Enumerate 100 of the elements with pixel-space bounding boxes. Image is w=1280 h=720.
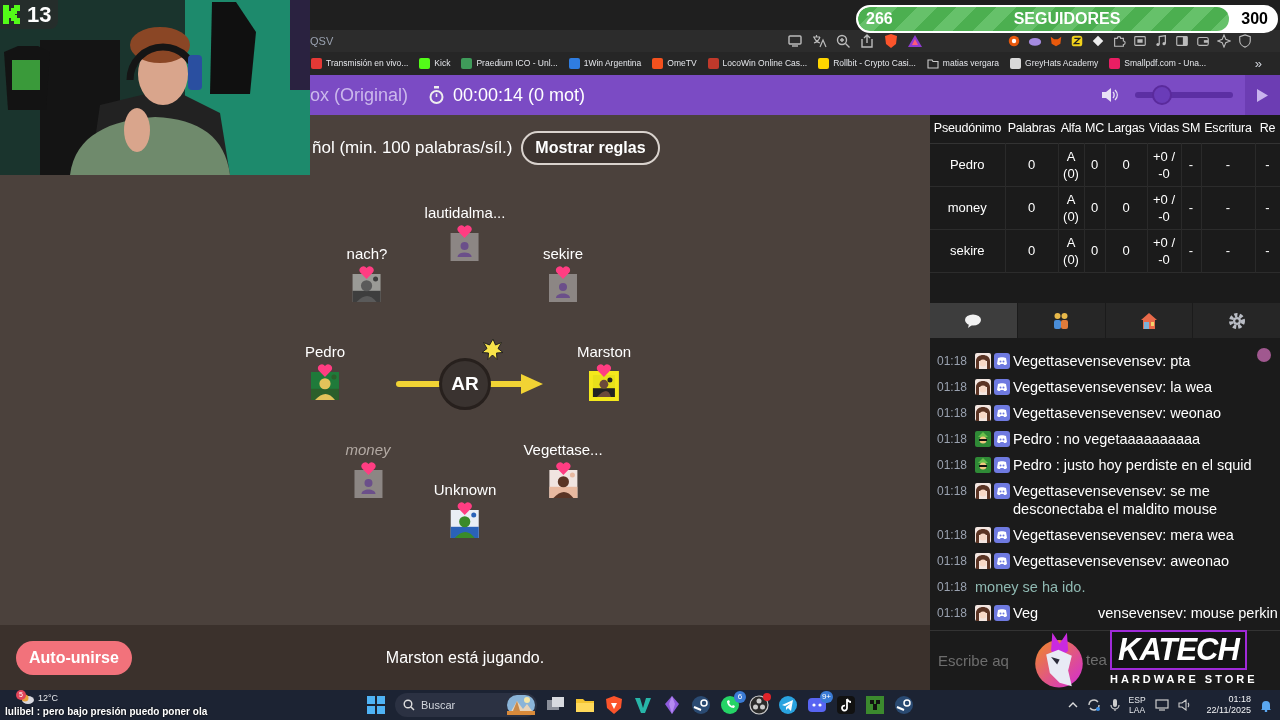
clock-date[interactable]: 22/11/2025 (1206, 705, 1251, 716)
bookmark[interactable]: OmeTV (652, 57, 697, 70)
status-text: Marston está jugando. (385, 647, 545, 668)
note-icon[interactable] (836, 695, 856, 715)
table-cell: - (1255, 186, 1280, 229)
bomb: AR (439, 358, 491, 410)
paper-plane-icon[interactable] (778, 695, 798, 715)
shield-outline-icon[interactable] (1238, 34, 1252, 48)
volume-slider[interactable] (1135, 85, 1233, 105)
table-cell: - (1201, 143, 1255, 186)
sync-icon[interactable] (1086, 698, 1101, 712)
shield-icon[interactable] (604, 695, 624, 715)
table-cell: 0 (1084, 229, 1105, 272)
bookmark[interactable]: Rollbit - Crypto Casi... (818, 57, 916, 70)
bookmark[interactable]: GreyHats Academy (1010, 57, 1099, 70)
zoom-icon[interactable] (835, 33, 851, 49)
heart-icon (457, 225, 473, 238)
phone-icon[interactable] (720, 695, 740, 715)
music-icon[interactable] (1154, 34, 1168, 48)
monitor-icon[interactable] (1154, 699, 1169, 711)
column-header[interactable]: SM (1181, 115, 1201, 143)
table-cell: 0 (1105, 143, 1147, 186)
bookmark[interactable]: Praedium ICO - Unl... (461, 57, 558, 70)
grid-icon[interactable] (366, 695, 386, 715)
chat-bubble-icon (994, 431, 1011, 447)
chat-message: Veg (1013, 604, 1039, 622)
table-cell: money (930, 186, 1005, 229)
sparkle-icon[interactable] (1217, 34, 1231, 48)
more-bookmarks-button[interactable]: » (1254, 53, 1262, 74)
player-name: Unknown (433, 480, 497, 500)
column-header[interactable]: Largas (1105, 115, 1147, 143)
table-cell: A (0) (1058, 143, 1084, 186)
ribbon-icon[interactable] (633, 695, 653, 715)
table-cell: 0 (1105, 229, 1147, 272)
table-cell: 0 (1084, 186, 1105, 229)
language-code[interactable]: ESP (1128, 695, 1146, 705)
wallet-icon[interactable] (1196, 34, 1210, 48)
column-header[interactable]: Palabras (1005, 115, 1058, 143)
player-name: Marston (576, 342, 632, 362)
gear-icon (1227, 311, 1246, 330)
table-cell: +0 / -0 (1147, 229, 1181, 272)
puzzle-icon[interactable] (1112, 34, 1126, 48)
slider-thumb[interactable] (1152, 85, 1173, 105)
column-header[interactable]: Escritura (1201, 115, 1255, 143)
sidebar-icon[interactable] (1175, 34, 1189, 48)
bookmark[interactable]: Kick (419, 57, 451, 70)
block-icon[interactable] (865, 695, 885, 715)
search-field[interactable]: Buscar (395, 693, 537, 717)
heart-icon (555, 266, 571, 279)
chat-input-field[interactable]: Escribe aq (938, 645, 1030, 676)
bookmark[interactable]: Transmisión en vivo... (311, 57, 409, 70)
heart-icon (555, 462, 571, 475)
column-header[interactable]: MC (1084, 115, 1105, 143)
rules-text: ñol (min. 100 palabras/síl.) (312, 137, 513, 160)
frame-icon[interactable] (1133, 34, 1147, 48)
chat-bubble-icon (994, 483, 1011, 499)
bookmark[interactable]: matias vergara (926, 57, 1000, 70)
player-name: Vegettase... (523, 440, 603, 460)
microphone-icon[interactable] (1109, 698, 1120, 712)
triangle-icon[interactable] (907, 33, 923, 49)
heart-icon (457, 502, 473, 515)
table-cell: +0 / -0 (1147, 186, 1181, 229)
column-header[interactable]: Vidas (1147, 115, 1181, 143)
fox-icon[interactable] (1049, 34, 1063, 48)
translate-icon[interactable] (811, 33, 827, 49)
stopwatch-icon (428, 85, 446, 105)
column-header[interactable]: Pseudónimo (930, 115, 1005, 143)
bookmark[interactable]: Smallpdf.com - Una... (1109, 57, 1207, 70)
gem-icon[interactable] (662, 695, 682, 715)
avatar-icon (975, 553, 992, 569)
address-text[interactable]: QSV (310, 32, 334, 50)
avatar-icon (975, 353, 992, 369)
bell-icon[interactable] (1260, 698, 1272, 712)
record-icon[interactable] (749, 695, 769, 715)
column-header[interactable]: Re (1255, 115, 1280, 143)
chat-bubble-icon (994, 527, 1011, 543)
heart-icon (359, 266, 375, 279)
heart-icon (360, 462, 376, 475)
chat-message: Vegettasevensevensev: mera wea (1013, 526, 1234, 544)
panel-tab[interactable] (930, 303, 1017, 338)
speaker-icon[interactable] (1101, 87, 1119, 103)
chevron-up-icon[interactable] (1067, 702, 1078, 708)
speaker-icon[interactable] (1177, 699, 1192, 711)
chat-message: vensevensev: mouse perkin (1098, 604, 1278, 622)
play-button[interactable] (1245, 75, 1280, 115)
square-icon[interactable] (1070, 34, 1084, 48)
bookmark[interactable]: LocoWin Online Cas... (707, 57, 808, 70)
share-icon[interactable] (859, 33, 875, 49)
bookmark[interactable]: 1Win Argentina (568, 57, 642, 70)
table-cell: - (1181, 143, 1201, 186)
system-message: money se ha ido. (975, 578, 1086, 596)
clock-time[interactable]: 01:18 (1228, 694, 1251, 705)
screen-icon[interactable] (787, 33, 803, 49)
column-header[interactable]: Alfa (1058, 115, 1084, 143)
layout-code[interactable]: LAA (1129, 705, 1146, 715)
circle-icon[interactable] (1007, 34, 1021, 48)
table-cell: 0 (1005, 186, 1058, 229)
follower-count: 266 (866, 9, 893, 29)
rules-button[interactable]: Mostrar reglas (521, 131, 660, 165)
chat-bubble-icon (994, 353, 1011, 369)
